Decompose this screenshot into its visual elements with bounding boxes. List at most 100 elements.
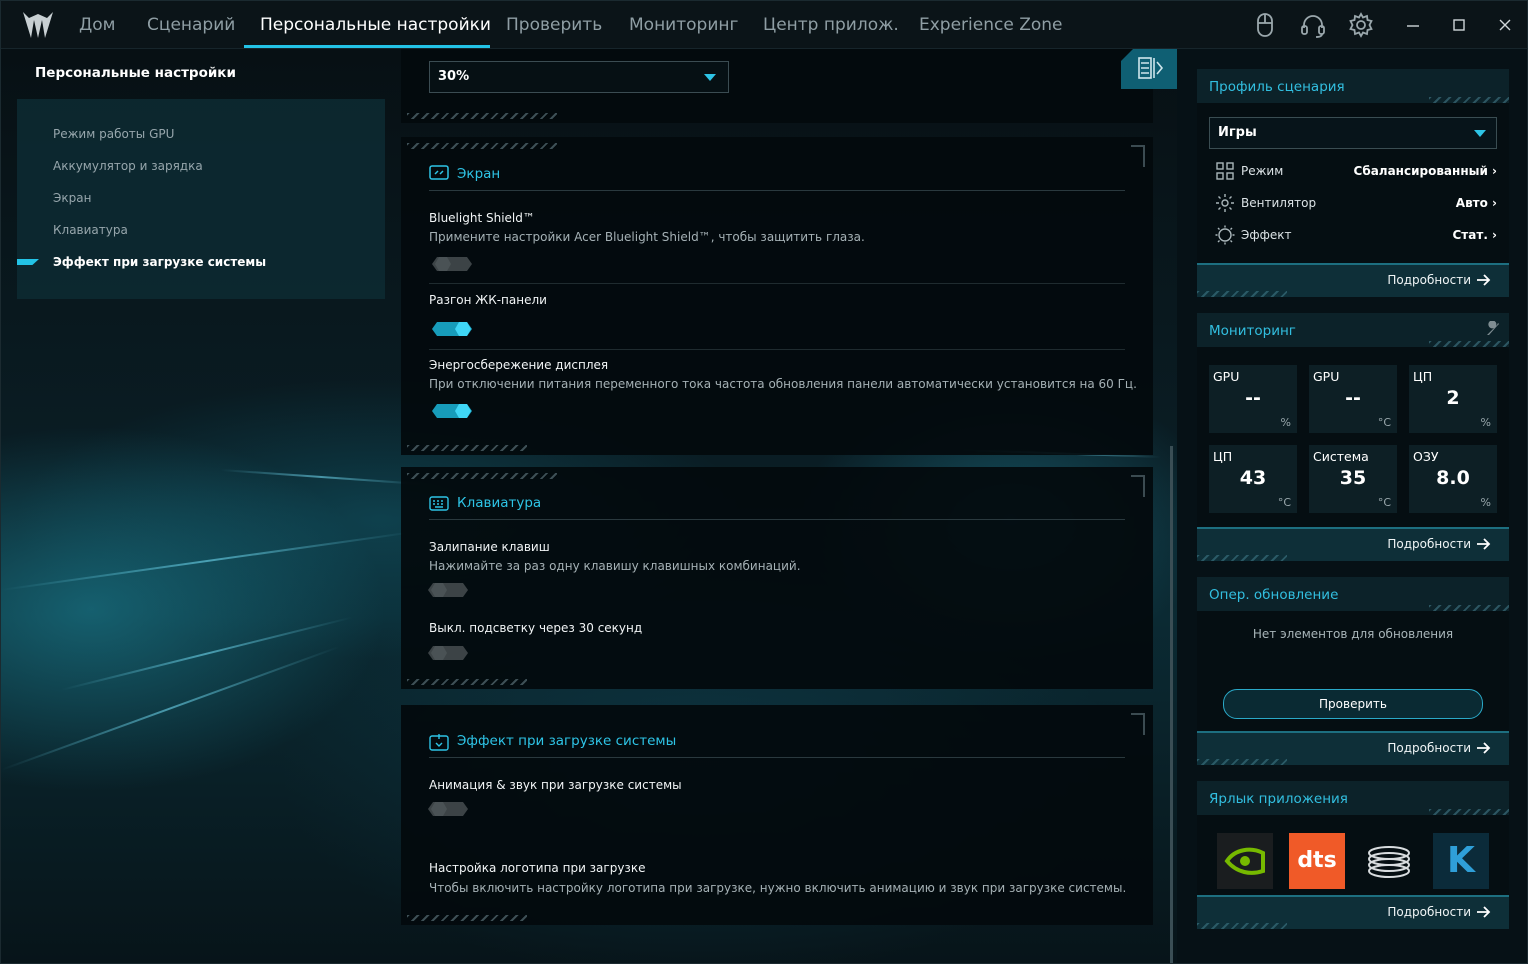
monitor-tile-ram: ОЗУ 8.0% bbox=[1409, 445, 1497, 513]
profile-mode-label: Режим bbox=[1241, 164, 1284, 178]
section-boot-effect: Эффект при загрузке системы Анимация & з… bbox=[401, 705, 1153, 925]
power-save-desc: При отключении питания переменного тока … bbox=[429, 377, 1137, 391]
profile-details-link[interactable]: Подробности bbox=[1387, 273, 1491, 287]
monitoring-details-link[interactable]: Подробности bbox=[1387, 537, 1491, 551]
k-app-icon[interactable]: K bbox=[1433, 833, 1489, 889]
monitor-tile-cpu-load: ЦП 2% bbox=[1409, 365, 1497, 433]
profile-fan-value: Авто › bbox=[1455, 196, 1497, 210]
sidebar-active-marker bbox=[17, 259, 39, 265]
profile-mode-row[interactable]: Режим Сбалансированный › bbox=[1215, 161, 1497, 183]
arrow-right-icon bbox=[1477, 742, 1491, 754]
profile-effect-value: Стат. › bbox=[1452, 228, 1498, 242]
tab-monitoring[interactable]: Мониторинг bbox=[629, 1, 738, 49]
profile-fan-row[interactable]: Вентилятор Авто › bbox=[1215, 193, 1497, 215]
right-info-panel: Профиль сценария Игры Режим Сбалансирова… bbox=[1177, 49, 1527, 963]
monitoring-card: Мониторинг GPU --% GPU -- °C ЦП 2% ЦП 43 °C Си… bbox=[1197, 313, 1509, 561]
percent-dropdown[interactable]: 30% bbox=[429, 61, 729, 93]
sidebar-item-boot-effect[interactable]: Эффект при загрузке системы bbox=[53, 255, 266, 269]
scenario-profile-card: Профиль сценария Игры Режим Сбалансирова… bbox=[1197, 69, 1509, 297]
monitor-tile-gpu-temp: GPU -- °C bbox=[1309, 365, 1397, 433]
profile-mode-value: Сбалансированный › bbox=[1353, 164, 1497, 178]
update-details-link[interactable]: Подробности bbox=[1387, 741, 1491, 755]
boot-animation-title: Анимация & звук при загрузке системы bbox=[429, 778, 682, 792]
section-screen: Экран Bluelight Shield™ Примените настро… bbox=[401, 137, 1153, 455]
app-shortcuts-card: Ярлык приложения dts K Подробности bbox=[1197, 781, 1509, 929]
tab-home[interactable]: Дом bbox=[79, 1, 116, 49]
fan-icon bbox=[1216, 194, 1234, 212]
boot-animation-toggle[interactable] bbox=[427, 801, 469, 817]
profile-fan-label: Вентилятор bbox=[1241, 196, 1317, 210]
headset-icon[interactable] bbox=[1299, 11, 1327, 39]
profile-effect-row[interactable]: Эффект Стат. › bbox=[1215, 225, 1497, 247]
close-icon[interactable] bbox=[1493, 13, 1517, 37]
app-window: Дом Сценарий Персональные настройки Пров… bbox=[0, 0, 1528, 964]
tab-scenario[interactable]: Сценарий bbox=[147, 1, 235, 49]
bluelight-desc: Примените настройки Acer Bluelight Shiel… bbox=[429, 230, 865, 244]
percent-dropdown-value: 30% bbox=[438, 69, 470, 84]
section-title-keyboard: Клавиатура bbox=[457, 495, 542, 511]
overdrive-title: Разгон ЖК-панели bbox=[429, 293, 547, 307]
live-update-card: Опер. обновление Нет элементов для обнов… bbox=[1197, 577, 1509, 765]
overdrive-toggle[interactable] bbox=[431, 321, 473, 337]
tab-app-center[interactable]: Центр прилож. bbox=[763, 1, 899, 49]
profile-effect-label: Эффект bbox=[1241, 228, 1292, 242]
predator-logo-icon bbox=[23, 12, 53, 38]
maximize-icon[interactable] bbox=[1447, 13, 1471, 37]
arrow-right-icon bbox=[1477, 538, 1491, 550]
update-status-text: Нет элементов для обновления bbox=[1252, 627, 1454, 641]
content-scrollbar-thumb[interactable] bbox=[1170, 446, 1173, 963]
monitor-tile-system-temp: Система 35 °C bbox=[1309, 445, 1397, 513]
light-effect-icon bbox=[1215, 225, 1235, 245]
monitor-tile-gpu-load: GPU --% bbox=[1209, 365, 1297, 433]
gear-icon[interactable] bbox=[1347, 11, 1375, 39]
boot-logo-title: Настройка логотипа при загрузке bbox=[429, 861, 646, 875]
top-navigation-bar: Дом Сценарий Персональные настройки Пров… bbox=[1, 1, 1527, 49]
profile-dropdown-value: Игры bbox=[1218, 125, 1257, 140]
sticky-keys-desc: Нажимайте за раз одну клавишу клавишных … bbox=[429, 559, 801, 573]
wrench-icon[interactable] bbox=[1485, 321, 1501, 337]
minimize-icon[interactable] bbox=[1401, 13, 1425, 37]
tab-check[interactable]: Проверить bbox=[506, 1, 602, 49]
chevron-down-icon bbox=[1474, 130, 1486, 137]
check-updates-button[interactable]: Проверить bbox=[1223, 689, 1483, 719]
bluelight-title: Bluelight Shield™ bbox=[429, 211, 535, 225]
section-keyboard: Клавиатура Залипание клавиш Нажимайте за… bbox=[401, 467, 1153, 689]
coil-icon[interactable] bbox=[1361, 833, 1417, 889]
power-save-toggle[interactable] bbox=[431, 403, 473, 419]
arrow-right-icon bbox=[1477, 906, 1491, 918]
monitor-tile-cpu-temp: ЦП 43 °C bbox=[1209, 445, 1297, 513]
nvidia-icon[interactable] bbox=[1217, 833, 1273, 889]
keyboard-icon bbox=[429, 496, 449, 511]
boot-logo-desc: Чтобы включить настройку логотипа при за… bbox=[429, 881, 1127, 895]
live-update-title: Опер. обновление bbox=[1209, 587, 1339, 603]
sidebar-item-battery[interactable]: Аккумулятор и зарядка bbox=[53, 159, 203, 173]
grid-icon bbox=[1216, 162, 1234, 180]
bluelight-toggle[interactable] bbox=[431, 256, 473, 272]
section-title-boot-effect: Эффект при загрузке системы bbox=[457, 733, 677, 749]
monitoring-title: Мониторинг bbox=[1209, 323, 1296, 339]
sidebar-menu: Режим работы GPU Аккумулятор и зарядка Э… bbox=[17, 99, 385, 299]
sidebar-item-screen[interactable]: Экран bbox=[53, 191, 91, 205]
panel-collapse-icon bbox=[1138, 57, 1164, 79]
boot-effect-icon bbox=[429, 734, 449, 751]
shortcuts-details-link[interactable]: Подробности bbox=[1387, 905, 1491, 919]
tab-experience-zone[interactable]: Experience Zone bbox=[919, 1, 1063, 49]
arrow-right-icon bbox=[1477, 274, 1491, 286]
sticky-keys-toggle[interactable] bbox=[427, 582, 469, 598]
mouse-icon[interactable] bbox=[1251, 11, 1279, 39]
section-previous: 30% bbox=[401, 49, 1153, 123]
sidebar-item-gpu-mode[interactable]: Режим работы GPU bbox=[53, 127, 174, 141]
chevron-down-icon bbox=[704, 74, 716, 81]
active-tab-indicator bbox=[244, 45, 490, 48]
sidebar-item-keyboard[interactable]: Клавиатура bbox=[53, 223, 128, 237]
dts-icon[interactable]: dts bbox=[1289, 833, 1345, 889]
scenario-profile-title: Профиль сценария bbox=[1209, 79, 1345, 95]
tab-personal-settings[interactable]: Персональные настройки bbox=[260, 1, 491, 49]
app-shortcuts-title: Ярлык приложения bbox=[1209, 791, 1348, 807]
backlight-off-toggle[interactable] bbox=[427, 645, 469, 661]
sticky-keys-title: Залипание клавиш bbox=[429, 540, 550, 554]
sidebar-title: Персональные настройки bbox=[35, 65, 236, 81]
profile-dropdown[interactable]: Игры bbox=[1209, 117, 1497, 149]
power-save-title: Энергосбережение дисплея bbox=[429, 358, 609, 372]
panel-collapse-button[interactable] bbox=[1121, 49, 1177, 89]
